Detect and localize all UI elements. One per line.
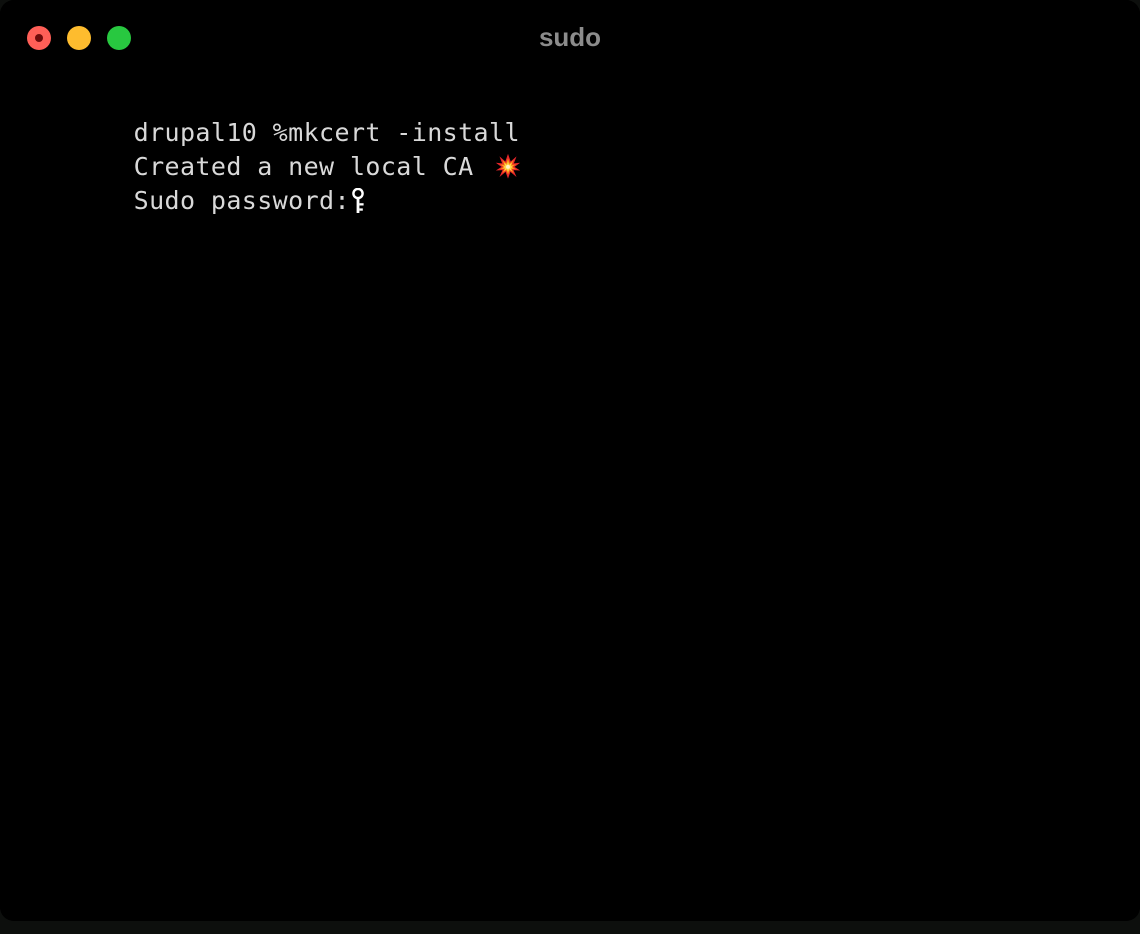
terminal-line-prompt-command: drupal10 %mkcert -install xyxy=(10,82,1130,147)
window-titlebar[interactable]: sudo xyxy=(0,0,1140,76)
terminal-line-text: Created a new local CA xyxy=(133,152,490,181)
collision-emoji-icon xyxy=(495,153,521,179)
key-icon xyxy=(351,187,369,216)
terminal-line-text: drupal10 %mkcert -install xyxy=(133,118,520,147)
terminal-output-area[interactable]: drupal10 %mkcert -install Created a new … xyxy=(0,76,1140,921)
desktop-background: sudo drupal10 %mkcert -install Created a… xyxy=(0,0,1140,934)
window-title: sudo xyxy=(538,22,602,52)
terminal-line-text: Sudo password: xyxy=(133,186,350,215)
terminal-window: sudo drupal10 %mkcert -install Created a… xyxy=(0,0,1140,921)
